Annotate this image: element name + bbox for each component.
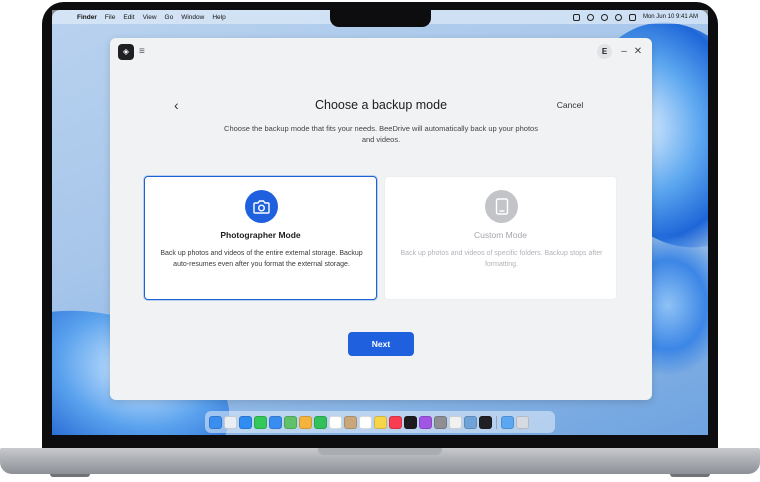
laptop-frame: Finder File Edit View Go Window Help Mon… <box>0 0 760 482</box>
settings-icon[interactable] <box>434 415 447 429</box>
laptop-foot <box>50 474 90 477</box>
custom-mode-description: Back up photos and videos of specific fo… <box>400 250 603 268</box>
custom-mode-card[interactable]: Custom Mode Back up photos and videos of… <box>384 176 617 300</box>
screen-mirror-icon[interactable] <box>572 13 580 21</box>
notes-icon[interactable] <box>374 415 387 429</box>
podcasts-icon[interactable] <box>419 415 432 429</box>
laptop-lid-notch <box>318 448 442 455</box>
tv-icon[interactable] <box>404 415 417 429</box>
menu-go[interactable]: Go <box>165 14 174 21</box>
photographer-mode-card[interactable]: Photographer Mode Back up photos and vid… <box>144 176 377 300</box>
camera-notch <box>330 10 431 27</box>
menu-help[interactable]: Help <box>212 14 225 21</box>
maps-icon[interactable] <box>284 415 297 429</box>
trash-icon[interactable] <box>516 415 529 429</box>
messages-icon[interactable] <box>254 415 267 429</box>
hamburger-menu-icon[interactable]: ≡ <box>139 45 149 59</box>
reminders-icon[interactable] <box>359 415 372 429</box>
contacts-icon[interactable] <box>344 415 357 429</box>
dock <box>205 411 555 433</box>
calendar-icon[interactable] <box>329 415 342 429</box>
avatar[interactable]: E <box>597 44 612 59</box>
beedrive-logo-icon: ◈ <box>118 44 134 60</box>
menu-clock[interactable]: Mon Jun 10 9:41 AM <box>643 14 698 20</box>
tablet-icon <box>485 190 518 223</box>
menu-file[interactable]: File <box>105 14 115 21</box>
menu-edit[interactable]: Edit <box>123 14 134 21</box>
wifi-icon[interactable] <box>586 13 594 21</box>
laptop-foot <box>670 474 710 477</box>
custom-mode-title: Custom Mode <box>474 230 527 240</box>
mail-icon[interactable] <box>269 415 282 429</box>
page-subtitle: Choose the backup mode that fits your ne… <box>224 124 538 144</box>
close-button[interactable]: ✕ <box>633 44 643 59</box>
music-icon[interactable] <box>389 415 402 429</box>
menu-finder[interactable]: Finder <box>77 14 97 21</box>
textedit-icon[interactable] <box>449 415 462 429</box>
finder-icon[interactable] <box>209 415 222 429</box>
beedrive-icon[interactable] <box>479 415 492 429</box>
menu-view[interactable]: View <box>143 14 157 21</box>
control-center-icon[interactable] <box>628 13 636 21</box>
photos-icon[interactable] <box>299 415 312 429</box>
camera-icon <box>245 190 278 223</box>
launchpad-icon[interactable] <box>224 415 237 429</box>
menu-window[interactable]: Window <box>181 14 204 21</box>
cancel-button[interactable]: Cancel <box>550 100 590 112</box>
dock-separator <box>496 415 497 429</box>
facetime-icon[interactable] <box>314 415 327 429</box>
photographer-mode-description: Back up photos and videos of the entire … <box>160 250 363 268</box>
preview-icon[interactable] <box>464 415 477 429</box>
safari-icon[interactable] <box>239 415 252 429</box>
next-button[interactable]: Next <box>348 332 414 356</box>
user-icon[interactable] <box>614 13 622 21</box>
photographer-mode-title: Photographer Mode <box>220 230 301 240</box>
search-icon[interactable] <box>600 13 608 21</box>
apple-menu-icon[interactable] <box>62 13 69 21</box>
beedrive-window: ◈ ≡ E – ✕ ‹ Choose a backup mode Cancel … <box>110 38 652 400</box>
folder-icon[interactable] <box>501 415 514 429</box>
minimize-button[interactable]: – <box>619 44 629 59</box>
